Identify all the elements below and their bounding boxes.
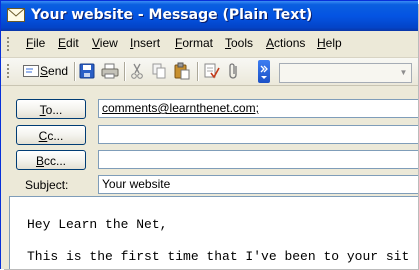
menu-edit[interactable]: Edit xyxy=(58,36,79,50)
chevron-right-icon xyxy=(260,65,268,79)
attach-icon[interactable] xyxy=(227,62,241,80)
cut-icon[interactable] xyxy=(129,62,145,80)
menu-insert[interactable]: Insert xyxy=(130,36,160,50)
bcc-field[interactable] xyxy=(98,150,418,169)
cc-field[interactable] xyxy=(98,125,418,144)
save-icon[interactable] xyxy=(79,62,95,80)
message-envelope-icon xyxy=(7,8,25,22)
menu-format[interactable]: Format xyxy=(175,36,213,50)
toolbar-grip[interactable] xyxy=(7,64,10,80)
send-label: Send xyxy=(40,64,69,78)
menu-tools[interactable]: Tools xyxy=(225,36,253,50)
menu-view[interactable]: View xyxy=(92,36,118,50)
window-title: Your website - Message (Plain Text) xyxy=(31,7,313,23)
body-line: Hey Learn the Net, xyxy=(27,217,168,232)
send-envelope-icon xyxy=(23,65,39,77)
body-line: This is the first time that I've been to… xyxy=(27,249,410,264)
send-button[interactable]: Send xyxy=(21,62,71,80)
print-icon[interactable] xyxy=(101,62,119,80)
title-bar[interactable]: Your website - Message (Plain Text) xyxy=(1,1,418,31)
toolbar-separator xyxy=(124,62,126,81)
toolbar-options-icon[interactable] xyxy=(258,60,270,83)
check-names-icon[interactable] xyxy=(203,62,221,80)
menu-bar: File Edit View Insert Format Tools Actio… xyxy=(1,31,418,58)
menubar-grip[interactable] xyxy=(7,37,10,53)
to-field[interactable]: comments@learnthenet.com; xyxy=(98,99,418,118)
toolbar-separator xyxy=(74,62,76,81)
to-button[interactable]: To... xyxy=(16,99,86,119)
toolbar-separator xyxy=(197,62,199,81)
chevron-down-icon[interactable]: ▼ xyxy=(397,65,410,81)
menu-help[interactable]: Help xyxy=(317,36,342,50)
menu-actions[interactable]: Actions xyxy=(266,36,305,50)
message-body[interactable]: Hey Learn the Net, This is the first tim… xyxy=(9,196,418,269)
subject-field[interactable]: Your website xyxy=(98,175,418,194)
toolbar-combo[interactable]: ▼ xyxy=(279,63,412,83)
paste-icon[interactable] xyxy=(173,62,191,80)
address-header: To... comments@learnthenet.com; Cc... Bc… xyxy=(1,86,418,196)
bcc-button[interactable]: Bcc... xyxy=(16,150,86,170)
cc-button[interactable]: Cc... xyxy=(16,125,86,145)
copy-icon[interactable] xyxy=(151,62,167,80)
menu-file[interactable]: File xyxy=(26,36,45,50)
message-window: Your website - Message (Plain Text) File… xyxy=(0,0,418,269)
subject-label: Subject: xyxy=(25,178,69,192)
